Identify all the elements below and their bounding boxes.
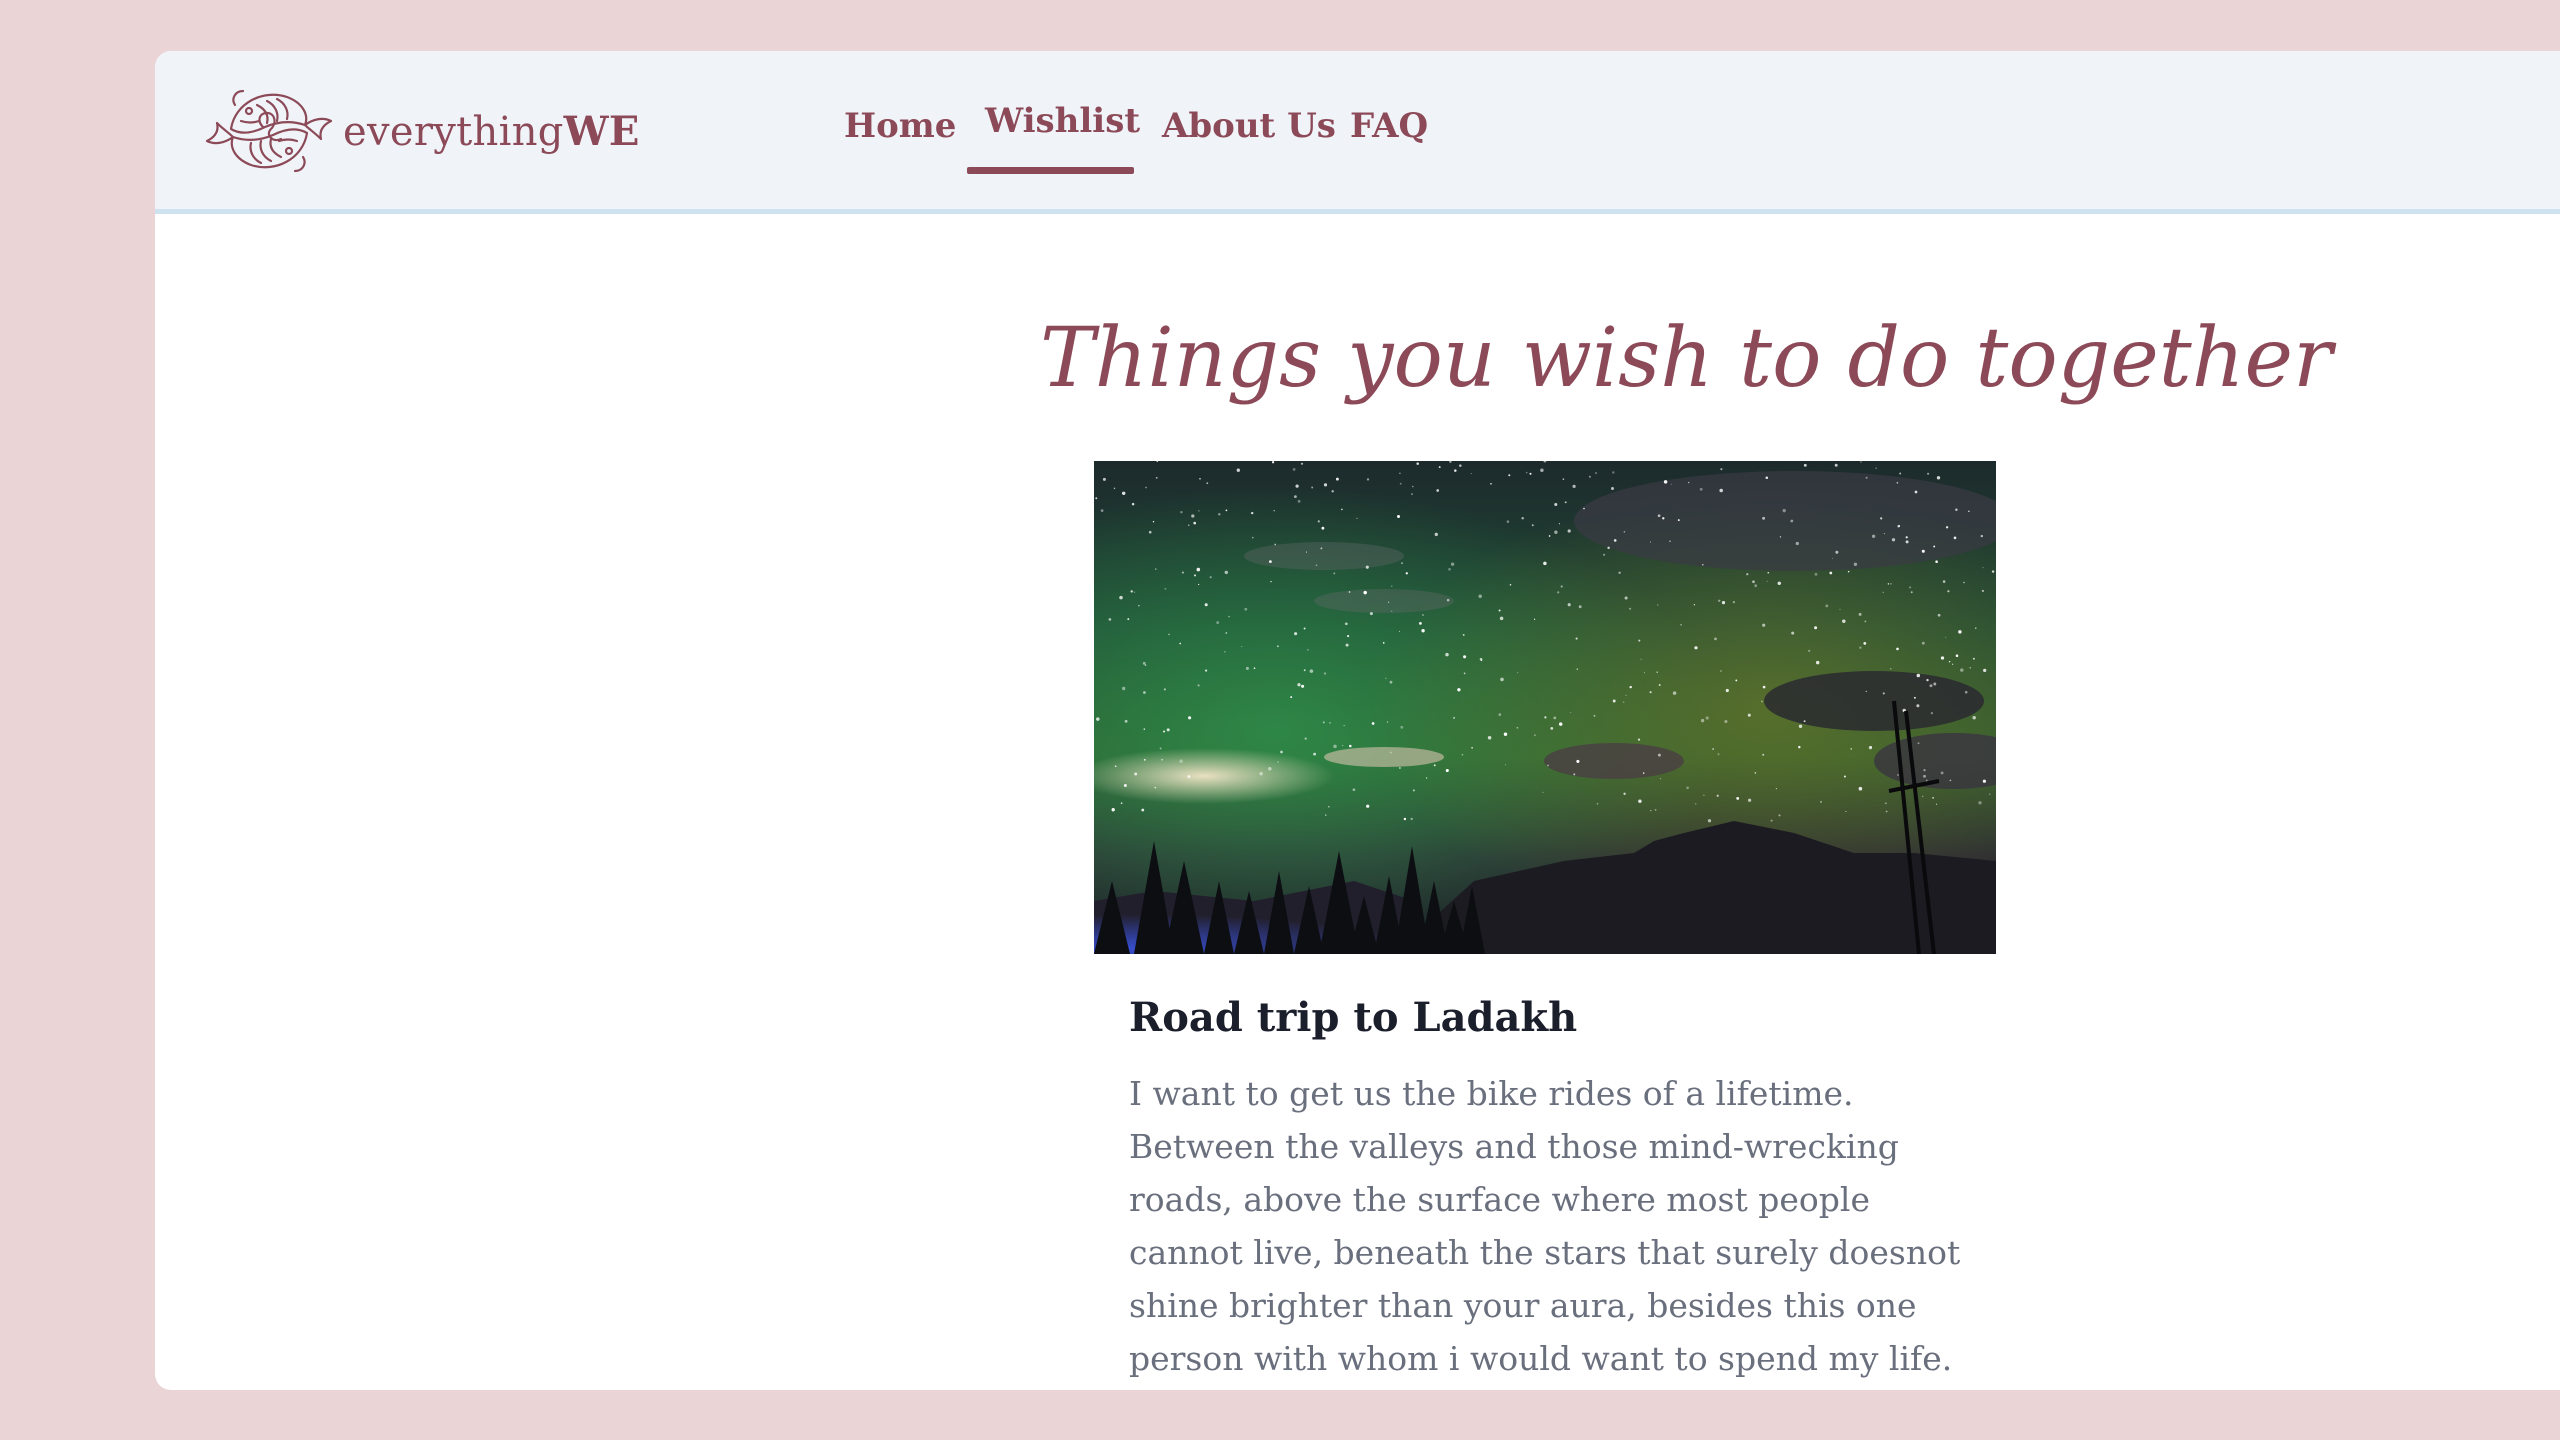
wish-description-text: I want to get us the bike rides of a lif…: [1129, 1074, 1961, 1378]
brand-name: everythingWE: [343, 108, 640, 155]
wish-card: Road trip to Ladakh I want to get us the…: [1094, 461, 1996, 1378]
navbar: everythingWE Home Wishlist About Us FAQ: [155, 51, 2560, 214]
nav-wishlist[interactable]: Wishlist: [985, 101, 1140, 141]
nav-home[interactable]: Home: [844, 106, 956, 146]
page-title: Things you wish to do together: [1040, 311, 2333, 406]
nav-active-indicator: [967, 167, 1134, 174]
wish-image: [1094, 461, 1996, 954]
wish-description: I want to get us the bike rides of a lif…: [1129, 1067, 1979, 1390]
heart-icon: ♥: [1131, 1386, 1160, 1390]
app-window: everythingWE Home Wishlist About Us FAQ …: [155, 51, 2560, 1390]
brand-name-prefix: everything: [343, 108, 564, 155]
brand-logo-link[interactable]: everythingWE: [205, 81, 640, 181]
nav-about-us[interactable]: About Us: [1162, 106, 1336, 146]
brand-name-bold: WE: [563, 107, 640, 155]
nav-faq[interactable]: FAQ: [1350, 106, 1428, 146]
wish-title: Road trip to Ladakh: [1129, 994, 1578, 1041]
pisces-fish-icon: [205, 89, 333, 173]
